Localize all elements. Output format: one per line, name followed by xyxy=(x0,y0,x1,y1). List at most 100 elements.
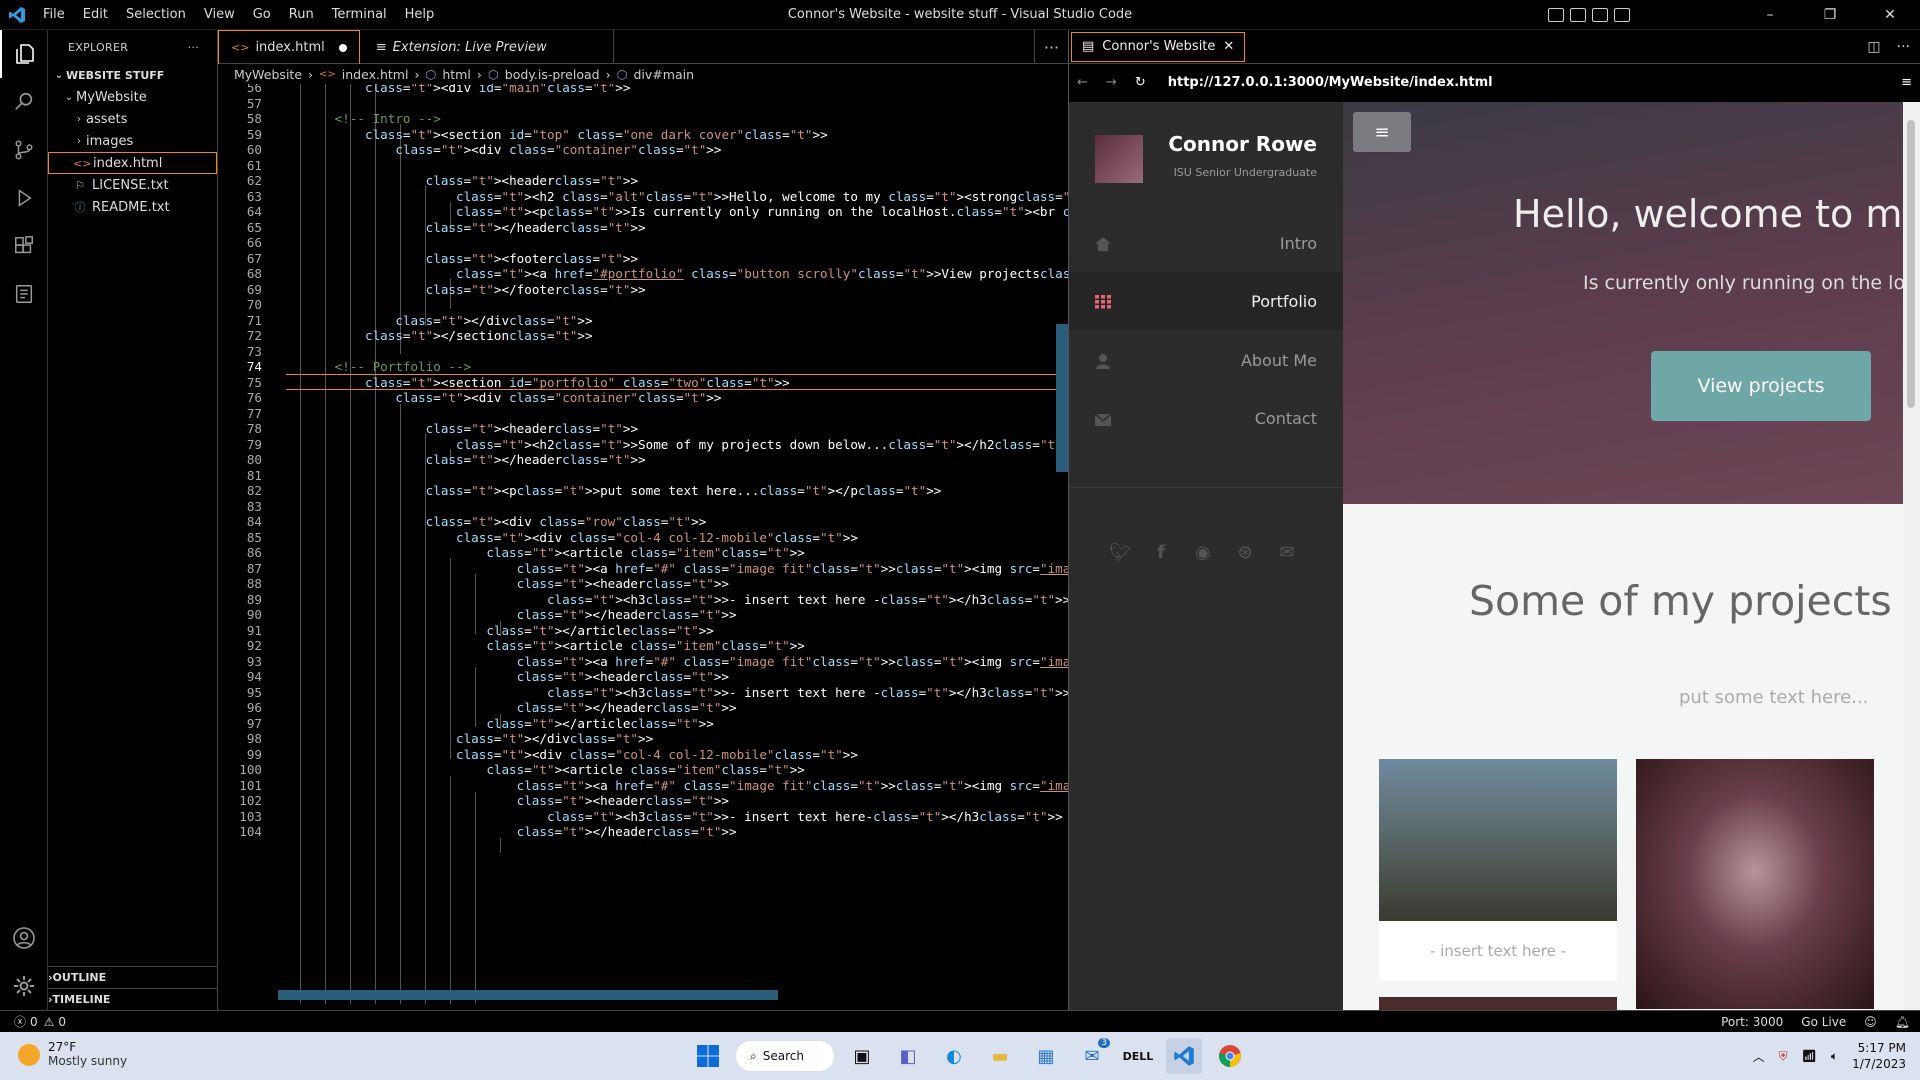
code-line[interactable]: class="t"><h3class="t">>- insert text he… xyxy=(274,592,1068,607)
breadcrumb-item[interactable]: html xyxy=(442,67,470,82)
code-line[interactable]: class="t"><div id="main"class="t">> xyxy=(274,84,630,95)
error-count[interactable]: 0 xyxy=(30,1015,38,1029)
code-line[interactable]: class="t"><headerclass="t">> xyxy=(274,793,729,808)
remote-explorer-icon[interactable] xyxy=(0,270,48,318)
breadcrumb-item[interactable]: div#main xyxy=(634,67,695,82)
file-explorer-icon[interactable]: ▬ xyxy=(982,1038,1018,1074)
taskbar-search[interactable]: ⌕ Search xyxy=(736,1041,834,1071)
restore-icon[interactable]: ❐ xyxy=(1800,0,1860,30)
tree-folder-mywebsite[interactable]: ⌄ MyWebsite xyxy=(48,86,217,108)
warning-icon[interactable]: ⚠ xyxy=(44,1015,55,1029)
github-icon[interactable]: ◉ xyxy=(1193,542,1213,563)
breadcrumb-item[interactable]: body.is-preload xyxy=(505,67,600,82)
search-icon[interactable] xyxy=(0,78,48,126)
code-line[interactable]: class="t"></headerclass="t">> xyxy=(274,452,646,467)
code-line[interactable]: class="t"><pclass="t">>Is currently only… xyxy=(274,204,1068,219)
code-line[interactable]: class="t"><headerclass="t">> xyxy=(274,669,729,684)
site-nav-portfolio[interactable]: Portfolio xyxy=(1069,272,1343,330)
code-line[interactable]: class="t"></headerclass="t">> xyxy=(274,607,737,622)
scroll-thumb[interactable] xyxy=(1907,120,1915,408)
site-nav-contact[interactable]: Contact xyxy=(1069,389,1343,447)
site-menu-toggle-icon[interactable]: ≡ xyxy=(1353,112,1411,152)
vertical-scrollbar[interactable] xyxy=(1056,324,1068,472)
portfolio-card[interactable]: - insert text here - xyxy=(1379,759,1617,981)
explorer-icon[interactable] xyxy=(0,30,48,78)
code-line[interactable]: class="t"><a href="#" class="image fit"c… xyxy=(274,778,1068,793)
portfolio-image[interactable] xyxy=(1379,759,1617,921)
microsoft-store-icon[interactable]: ▦ xyxy=(1028,1038,1064,1074)
more-actions-icon[interactable]: ··· xyxy=(188,41,199,54)
portfolio-card[interactable] xyxy=(1636,759,1874,1009)
code-line[interactable]: class="t"><section id="top" class="one d… xyxy=(274,127,828,142)
timeline-panel-header[interactable]: › TIMELINE xyxy=(48,988,218,1010)
preview-menu-icon[interactable]: ≡ xyxy=(1901,75,1912,90)
preview-more-actions-icon[interactable]: ··· xyxy=(1897,39,1910,55)
menu-help[interactable]: Help xyxy=(396,0,444,30)
tab-preview[interactable]: ▤ Connor's Website ✕ xyxy=(1071,31,1246,62)
tree-item-index-html[interactable]: <> index.html xyxy=(48,152,217,174)
tree-item-license[interactable]: ⚐ LICENSE.txt xyxy=(48,174,217,196)
code-line[interactable]: class="t"></articleclass="t">> xyxy=(274,716,714,731)
tree-item-readme[interactable]: ⓘ README.txt xyxy=(48,196,217,218)
code-line[interactable]: class="t"></articleclass="t">> xyxy=(274,623,714,638)
code-line[interactable]: class="t"><div class="col-4 col-12-mobil… xyxy=(274,530,858,545)
twitter-icon[interactable]: 🐦︎ xyxy=(1109,542,1132,563)
toggle-panel-icon[interactable] xyxy=(1570,8,1586,22)
tab-live-preview[interactable]: ≡ Extension: Live Preview xyxy=(360,30,614,64)
mail-icon[interactable]: ✉ 3 xyxy=(1074,1038,1110,1074)
code-line[interactable]: class="t"><headerclass="t">> xyxy=(274,421,638,436)
task-view-icon[interactable]: ▣ xyxy=(844,1038,880,1074)
dell-icon[interactable]: DELL xyxy=(1120,1038,1156,1074)
code-line[interactable]: class="t"><headerclass="t">> xyxy=(274,576,729,591)
view-projects-button[interactable]: View projects xyxy=(1651,351,1871,421)
code-editor[interactable]: 56 class="t"><div id="main"class="t">> 57… xyxy=(218,84,1068,1004)
code-line[interactable]: class="t"></sectionclass="t">> xyxy=(274,328,593,343)
portfolio-card[interactable] xyxy=(1379,997,1617,1010)
minimize-icon[interactable]: – xyxy=(1740,0,1800,30)
code-line[interactable]: class="t"><article class="item"class="t"… xyxy=(274,762,805,777)
outline-panel-header[interactable]: › OUTLINE xyxy=(48,966,218,988)
clock[interactable]: 5:17 PM 1/7/2023 xyxy=(1852,1040,1906,1072)
code-line[interactable]: class="t"><div class="row"class="t">> xyxy=(274,514,707,529)
manage-gear-icon[interactable] xyxy=(0,962,48,1010)
code-line[interactable]: class="t"></footerclass="t">> xyxy=(274,282,646,297)
code-line[interactable]: class="t"><article class="item"class="t"… xyxy=(274,638,805,653)
close-tab-icon[interactable]: ✕ xyxy=(1223,39,1234,54)
tree-item-images[interactable]: › images xyxy=(48,130,217,152)
breadcrumb-item[interactable]: index.html xyxy=(342,67,409,82)
editor-more-actions-icon[interactable]: ··· xyxy=(1034,30,1068,64)
security-icon[interactable]: ⛨ xyxy=(1779,1049,1788,1064)
url-field[interactable]: http://127.0.0.1:3000/MyWebsite/index.ht… xyxy=(1168,75,1493,90)
chevron-up-icon[interactable]: ︿ xyxy=(1753,1048,1765,1065)
toggle-secondary-sidebar-icon[interactable] xyxy=(1592,8,1608,22)
code-line[interactable]: class="t"><a href="#" class="image fit"c… xyxy=(274,654,1068,669)
errors-icon[interactable]: ⓧ xyxy=(14,1013,26,1030)
code-line[interactable]: class="t"><div class="container"class="t… xyxy=(274,142,721,157)
code-line[interactable]: class="t"></headerclass="t">> xyxy=(274,824,737,839)
edge-browser-icon[interactable]: ◐ xyxy=(936,1038,972,1074)
code-line[interactable]: class="t"><footerclass="t">> xyxy=(274,251,638,266)
split-editor-icon[interactable]: ◫ xyxy=(1867,39,1880,55)
code-line[interactable]: class="t"></headerclass="t">> xyxy=(274,700,737,715)
code-line[interactable]: <!-- Intro --> xyxy=(274,111,441,126)
code-line[interactable]: class="t"><div class="container"class="t… xyxy=(274,390,721,405)
chrome-icon[interactable] xyxy=(1212,1038,1248,1074)
email-icon[interactable]: ✉ xyxy=(1277,542,1297,563)
portfolio-image[interactable] xyxy=(1636,759,1874,1009)
code-line[interactable]: class="t"><headerclass="t">> xyxy=(274,173,638,188)
close-window-icon[interactable]: ✕ xyxy=(1860,0,1920,30)
dribbble-icon[interactable]: ⊛ xyxy=(1235,542,1255,563)
unsaved-dot-icon[interactable] xyxy=(338,43,347,52)
menu-edit[interactable]: Edit xyxy=(74,0,117,30)
feedback-icon[interactable]: ☺ xyxy=(1864,1015,1877,1029)
workspace-root[interactable]: ⌄ WEBSITE STUFF xyxy=(48,64,217,86)
code-line[interactable]: class="t"></headerclass="t">> xyxy=(274,220,646,235)
teams-chat-icon[interactable]: ◧ xyxy=(890,1038,926,1074)
source-control-icon[interactable] xyxy=(0,126,48,174)
extensions-icon[interactable] xyxy=(0,222,48,270)
breadcrumb-item[interactable]: MyWebsite xyxy=(234,67,302,82)
reload-icon[interactable]: ↻ xyxy=(1135,75,1146,90)
facebook-icon[interactable]: f xyxy=(1151,542,1171,563)
wifi-icon[interactable]: 📶︎ xyxy=(1802,1049,1817,1063)
speaker-icon[interactable]: 🔈︎ xyxy=(1831,1049,1838,1064)
